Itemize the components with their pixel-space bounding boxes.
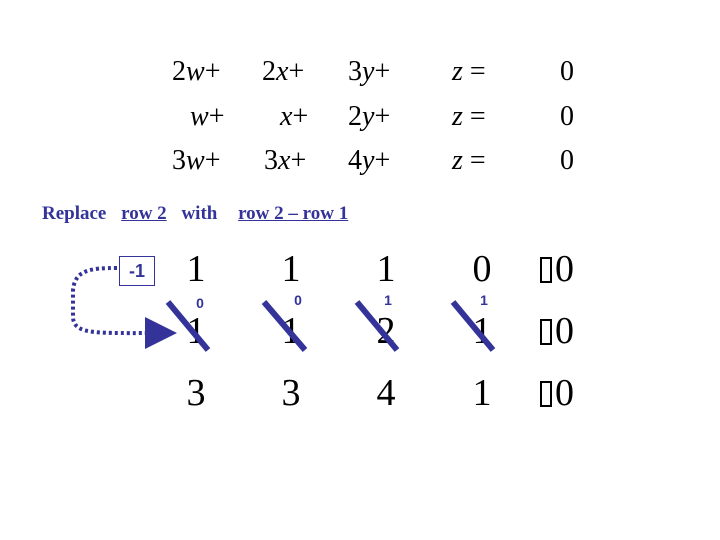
curved-arrow-icon — [71, 266, 177, 350]
strike-line — [261, 300, 308, 352]
new-row-value: 0 — [196, 295, 204, 311]
annotation-overlay — [71, 266, 496, 352]
strike-line — [450, 300, 496, 352]
new-row-value: 0 — [294, 292, 302, 308]
new-row-value: 1 — [384, 292, 392, 308]
new-row-value: 1 — [480, 292, 488, 308]
strike-line — [354, 300, 400, 352]
